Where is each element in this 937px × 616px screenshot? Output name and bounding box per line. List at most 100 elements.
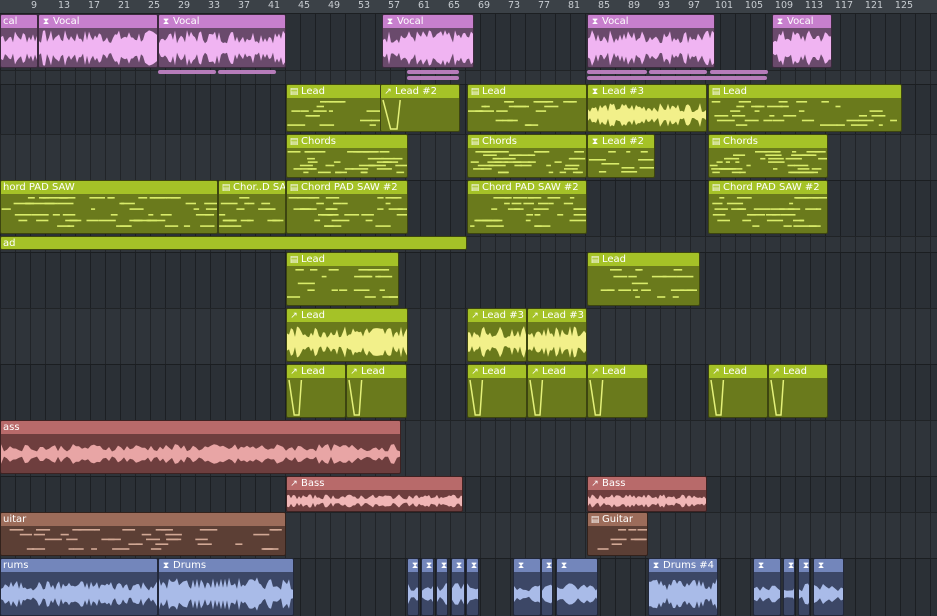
lead-clip[interactable]: ↗ Lead [467, 364, 527, 418]
bass-clip[interactable]: ↗ Bass [286, 476, 463, 512]
lead-clip[interactable]: ▤ Lead [467, 84, 587, 132]
lead-clip[interactable]: ⧗ Lead #3 [587, 84, 707, 132]
clip-header[interactable]: ▤ Chords [468, 135, 586, 148]
track-lane[interactable] [0, 252, 937, 309]
clip-header[interactable]: ⧗ Vocal [383, 15, 473, 28]
lead-clip[interactable]: ↗ Lead [708, 364, 768, 418]
clip-header[interactable]: ⧗ [467, 559, 478, 572]
clip-header[interactable]: ▤ Chords [287, 135, 407, 148]
clip-header[interactable]: ↗ Lead [588, 365, 647, 378]
clip-header[interactable]: ↗ Lead [468, 365, 526, 378]
clip-header[interactable]: ▤ Lead [709, 85, 901, 98]
guitar-clip[interactable]: uitar [0, 512, 286, 556]
lead-clip[interactable]: ▤ Chords [708, 134, 828, 178]
lead-clip[interactable]: ↗ Lead [527, 364, 587, 418]
clip-header[interactable]: ⧗ [557, 559, 597, 572]
clip-header[interactable]: ⧗ [452, 559, 464, 572]
clip-header[interactable]: ⧗ [814, 559, 843, 572]
lead-clip[interactable]: ▤ Chord PAD SAW #2 [286, 180, 408, 234]
track-lane[interactable] [0, 476, 937, 513]
clip-header[interactable]: ⧗ Vocal [773, 15, 831, 28]
vocal-clip[interactable]: ⧗ Vocal [38, 14, 158, 68]
lead-clip[interactable]: ↗ Lead #3 [467, 308, 527, 362]
drums-clip[interactable]: ⧗ Drums [158, 558, 294, 616]
clip-header[interactable]: ↗ Lead [769, 365, 827, 378]
clip-header[interactable]: ▤ Chord PAD SAW #2 [468, 181, 586, 194]
clip-header[interactable]: ↗ Lead #3 [468, 309, 526, 322]
clip-header[interactable]: ad [1, 237, 466, 249]
automation-strip[interactable] [649, 70, 707, 74]
lead-clip[interactable]: ▤ Chords [286, 134, 408, 178]
drums-clip[interactable]: ⧗ [783, 558, 795, 616]
automation-strip[interactable] [587, 76, 767, 80]
clip-header[interactable]: ↗ Lead [287, 365, 345, 378]
clip-header[interactable]: ▤ Chords [709, 135, 827, 148]
clip-header[interactable]: ⧗ Vocal [588, 15, 714, 28]
bass-clip[interactable]: ↗ Bass [587, 476, 707, 512]
clip-header[interactable]: ↗ Bass [287, 477, 462, 490]
lead-clip[interactable]: ▤ Lead [587, 252, 700, 306]
clip-header[interactable]: ▤ Chord PAD SAW #2 [709, 181, 827, 194]
clip-header[interactable]: ▤ Chord PAD SAW #2 [287, 181, 407, 194]
vocal-clip[interactable]: ⧗ Vocal [587, 14, 715, 68]
clip-header[interactable]: ▤ Guitar [588, 513, 647, 526]
lead-clip[interactable]: ad [0, 236, 467, 250]
lead-clip[interactable]: ↗ Lead [286, 364, 346, 418]
automation-strip[interactable] [407, 76, 459, 80]
clip-header[interactable]: ↗ Lead #3 [528, 309, 586, 322]
clip-header[interactable]: uitar [1, 513, 285, 526]
automation-strip[interactable] [158, 70, 216, 74]
clip-header[interactable]: ↗ Lead #2 [381, 85, 459, 98]
lead-clip[interactable]: ▤ Lead [286, 84, 382, 132]
clip-header[interactable]: ▤ Lead [468, 85, 586, 98]
vocal-clip[interactable]: ⧗ Vocal [158, 14, 286, 68]
automation-strip[interactable] [710, 70, 768, 74]
lead-clip[interactable]: ▤Chor..D SAW [218, 180, 286, 234]
drums-clip[interactable]: ⧗ [541, 558, 553, 616]
lead-clip[interactable]: ↗ Lead #3 [527, 308, 587, 362]
lead-clip[interactable]: ▤ Lead [708, 84, 902, 132]
clip-header[interactable]: ↗ Lead [347, 365, 406, 378]
clip-header[interactable]: ⧗ Lead #2 [588, 135, 654, 148]
clip-header[interactable]: ▤ Lead [287, 253, 398, 266]
drums-clip[interactable]: ⧗ [556, 558, 598, 616]
automation-strip[interactable] [218, 70, 276, 74]
clip-header[interactable]: ⧗ [514, 559, 540, 572]
lead-clip[interactable]: ▤ Chords [467, 134, 587, 178]
drums-clip[interactable]: ⧗ [421, 558, 434, 616]
lead-clip[interactable]: ↗ Lead [286, 308, 408, 362]
drums-clip[interactable]: ⧗ [436, 558, 448, 616]
drums-clip[interactable]: ⧗ [407, 558, 419, 616]
clip-header[interactable]: ⧗ Lead #3 [588, 85, 706, 98]
clip-header[interactable]: ⧗ [799, 559, 809, 572]
lead-clip[interactable]: ↗ Lead [587, 364, 648, 418]
drums-clip[interactable]: ⧗ [798, 558, 810, 616]
clip-header[interactable]: ⧗ Vocal [159, 15, 285, 28]
lead-clip[interactable]: ▤ Chord PAD SAW #2 [467, 180, 587, 234]
clip-header[interactable]: ⧗ [408, 559, 418, 572]
clip-header[interactable]: ⧗ [437, 559, 447, 572]
drums-clip[interactable]: rums [0, 558, 158, 616]
timeline-ruler[interactable]: 9 13 17 21 25 29 33 37 41 45 49 53 57 61 65 69 73 77 81 85 8… [0, 0, 937, 14]
clip-header[interactable]: ↗ Bass [588, 477, 706, 490]
drums-clip[interactable]: ⧗ [466, 558, 479, 616]
clip-header[interactable]: ↗ Lead [709, 365, 767, 378]
drums-clip[interactable]: ⧗ [451, 558, 465, 616]
automation-strip[interactable] [407, 70, 459, 74]
clip-header[interactable]: ⧗ Drums #4 [649, 559, 717, 572]
clip-header[interactable]: ▤ Lead [287, 85, 381, 98]
lead-clip[interactable]: ↗ Lead [768, 364, 828, 418]
guitar-clip[interactable]: ▤ Guitar [587, 512, 648, 556]
clip-header[interactable]: ▤ Lead [588, 253, 699, 266]
lead-clip[interactable]: ↗ Lead #2 [380, 84, 460, 132]
clip-header[interactable]: ↗ Lead [287, 309, 407, 322]
bass-clip[interactable]: ass [0, 420, 401, 474]
clip-header[interactable]: rums [1, 559, 157, 572]
vocal-clip[interactable]: ⧗ Vocal [382, 14, 474, 68]
clip-header[interactable]: ↗ Lead [528, 365, 586, 378]
clip-header[interactable]: cal [1, 15, 37, 28]
clip-header[interactable]: ⧗ Vocal [39, 15, 157, 28]
clip-header[interactable]: ⧗ [784, 559, 794, 572]
lead-clip[interactable]: ▤ Lead [286, 252, 399, 306]
playlist-grid[interactable]: cal ⧗ Vocal ⧗ Vocal ⧗ Vocal ⧗ Vocal ⧗ Vocal ▤ Lead ↗ L… [0, 14, 937, 616]
